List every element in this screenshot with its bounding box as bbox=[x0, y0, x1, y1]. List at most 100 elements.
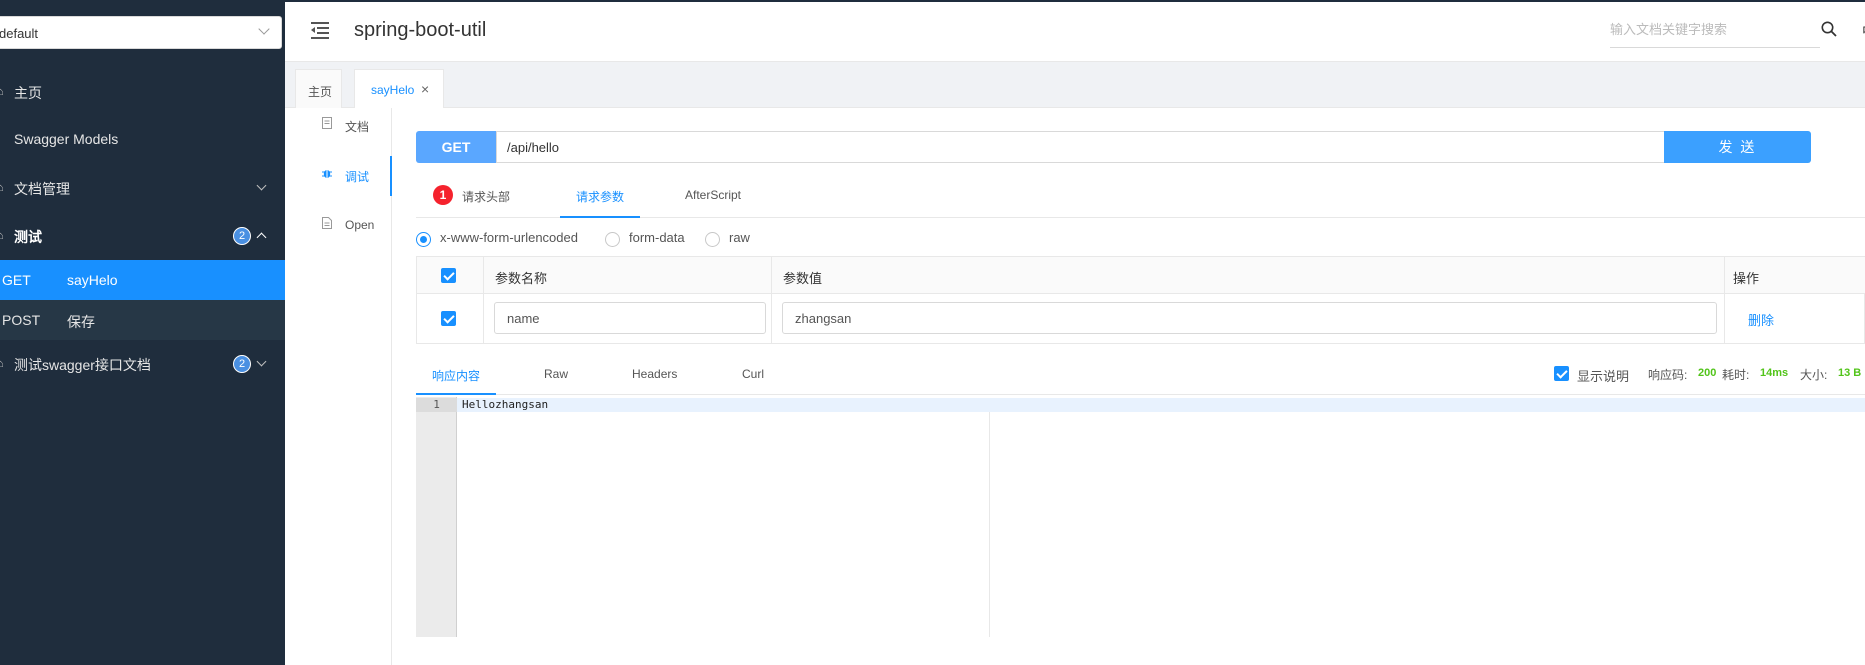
request-tabs: 1 请求头部 请求参数 AfterScript bbox=[416, 176, 1865, 218]
table-header: 参数名称 参数值 操作 bbox=[417, 257, 1865, 294]
tab-raw[interactable]: Raw bbox=[544, 367, 568, 381]
header: spring-boot-util 中 bbox=[285, 0, 1865, 62]
subnav-label: 调试 bbox=[345, 170, 370, 184]
size-label: 大小: bbox=[1800, 368, 1828, 382]
tab-response-content[interactable]: 响应内容 bbox=[432, 367, 480, 384]
http-method: POST bbox=[2, 312, 41, 328]
count-badge: 2 bbox=[233, 355, 251, 373]
file-icon bbox=[322, 217, 332, 229]
folder-icon: ⌂ bbox=[0, 182, 4, 194]
search-box bbox=[1610, 16, 1820, 48]
params-table: 参数名称 参数值 操作 name zhangsan 删除 bbox=[416, 256, 1865, 344]
radio-circle bbox=[705, 232, 720, 247]
subnav-doc[interactable]: 文档 bbox=[285, 106, 392, 146]
tab-sayhelo[interactable]: sayHelo × bbox=[354, 69, 444, 108]
header-count-badge: 1 bbox=[433, 185, 453, 205]
delete-link[interactable]: 删除 bbox=[1748, 310, 1774, 329]
bug-icon bbox=[322, 170, 332, 178]
radio-label: form-data bbox=[629, 230, 685, 245]
tab-curl[interactable]: Curl bbox=[742, 367, 764, 381]
method-selector[interactable]: GET bbox=[416, 131, 496, 163]
url-input[interactable]: /api/hello bbox=[496, 131, 1780, 163]
status-label: 响应码: bbox=[1648, 368, 1688, 382]
size-value: 13 B bbox=[1838, 367, 1862, 379]
editor-gutter: 1 bbox=[416, 397, 457, 637]
show-description-label: 显示说明 bbox=[1577, 369, 1630, 384]
sidebar-item-doc-manage[interactable]: ⌂ 文档管理 bbox=[0, 164, 285, 212]
sidebar-subitem-save[interactable]: POST 保存 bbox=[0, 300, 285, 340]
sidebar-item-test-swagger-doc[interactable]: ⌂ 测试swagger接口文档 2 bbox=[0, 340, 285, 388]
active-tab-indicator bbox=[560, 216, 640, 218]
folder-icon: ⌂ bbox=[0, 358, 4, 370]
tab-label: 主页 bbox=[308, 85, 333, 99]
chevron-down-icon bbox=[258, 23, 270, 35]
print-margin bbox=[989, 412, 990, 637]
radio-circle bbox=[416, 232, 431, 247]
radio-label: x-www-form-urlencoded bbox=[440, 230, 578, 245]
sidebar-item-label: Swagger Models bbox=[14, 131, 119, 147]
subnav-debug[interactable]: 调试 bbox=[285, 156, 392, 196]
line-number: 1 bbox=[416, 398, 457, 412]
row-checkbox[interactable] bbox=[441, 311, 456, 326]
page-tabs: 主页 sayHelo × bbox=[285, 62, 1865, 108]
tab-label: sayHelo bbox=[371, 83, 415, 97]
tab-request-params[interactable]: 请求参数 bbox=[576, 188, 624, 205]
sidebar-item-label: 测试swagger接口文档 bbox=[14, 357, 151, 373]
sidebar-item-label: 测试 bbox=[14, 229, 42, 245]
divider bbox=[771, 257, 772, 343]
sidebar-item-label: 主页 bbox=[14, 85, 42, 101]
close-icon[interactable]: × bbox=[421, 81, 429, 97]
active-tab-indicator bbox=[416, 393, 496, 395]
sidebar-menu: ⌂ 主页 Swagger Models ⌂ 文档管理 ⌂ 测试 2 GET sa… bbox=[0, 68, 285, 388]
sidebar-subitem-sayhelo[interactable]: GET sayHelo bbox=[0, 260, 285, 300]
send-button[interactable]: 发 送 bbox=[1664, 131, 1811, 163]
status-code: 200 bbox=[1698, 367, 1717, 379]
tab-home[interactable]: 主页 bbox=[295, 69, 342, 108]
search-input[interactable] bbox=[1610, 16, 1810, 37]
api-subnav: 文档 调试 Open bbox=[285, 108, 392, 665]
table-row: name zhangsan 删除 bbox=[417, 294, 1865, 343]
select-all-checkbox[interactable] bbox=[441, 268, 456, 283]
chevron-down-icon bbox=[256, 356, 267, 367]
divider bbox=[1724, 257, 1725, 343]
api-name: 保存 bbox=[67, 314, 95, 330]
col-param-name: 参数名称 bbox=[495, 271, 548, 286]
home-icon: ⌂ bbox=[0, 86, 4, 98]
folder-icon: ⌂ bbox=[0, 230, 4, 242]
search-icon[interactable] bbox=[1820, 20, 1838, 38]
col-param-value: 参数值 bbox=[783, 271, 823, 286]
response-editor[interactable]: 1 Hellozhangsan bbox=[416, 397, 1865, 637]
radio-label: raw bbox=[729, 230, 750, 245]
subnav-open[interactable]: Open bbox=[285, 206, 392, 246]
show-description-checkbox[interactable] bbox=[1554, 366, 1569, 381]
sidebar: default ⌂ 主页 Swagger Models ⌂ 文档管理 ⌂ 测试 … bbox=[0, 0, 285, 665]
param-value-input[interactable]: zhangsan bbox=[782, 302, 1717, 334]
sidebar-item-label: 文档管理 bbox=[14, 181, 70, 197]
divider bbox=[483, 257, 484, 343]
page-title: spring-boot-util bbox=[354, 19, 487, 41]
top-border bbox=[0, 0, 1865, 2]
sidebar-item-test[interactable]: ⌂ 测试 2 bbox=[0, 212, 285, 260]
param-name-input[interactable]: name bbox=[494, 302, 766, 334]
tab-headers[interactable]: Headers bbox=[632, 367, 677, 381]
content-type-radios: x-www-form-urlencoded form-data raw bbox=[416, 230, 1016, 250]
sidebar-item-swagger-models[interactable]: Swagger Models bbox=[0, 116, 285, 164]
tab-afterscript[interactable]: AfterScript bbox=[685, 188, 741, 202]
http-method: GET bbox=[2, 272, 31, 288]
api-name: sayHelo bbox=[67, 272, 118, 288]
response-body: Hellozhangsan bbox=[462, 398, 549, 411]
tab-request-headers[interactable]: 请求头部 bbox=[462, 188, 510, 205]
time-value: 14ms bbox=[1760, 367, 1789, 379]
chevron-down-icon bbox=[256, 180, 267, 191]
response-tabs: 响应内容 Raw Headers Curl 显示说明 响应码: 200 耗时: … bbox=[416, 357, 1865, 395]
sidebar-item-home[interactable]: ⌂ 主页 bbox=[0, 68, 285, 116]
active-line-highlight bbox=[457, 398, 1865, 412]
count-badge: 2 bbox=[233, 227, 251, 245]
chevron-up-icon bbox=[256, 232, 267, 243]
group-select-value: default bbox=[0, 26, 39, 41]
subnav-label: Open bbox=[345, 218, 375, 232]
group-select[interactable]: default bbox=[0, 16, 282, 49]
time-label: 耗时: bbox=[1722, 368, 1750, 382]
menu-collapse-icon[interactable] bbox=[311, 22, 329, 39]
url-bar: GET /api/hello 发 送 bbox=[416, 131, 1811, 163]
